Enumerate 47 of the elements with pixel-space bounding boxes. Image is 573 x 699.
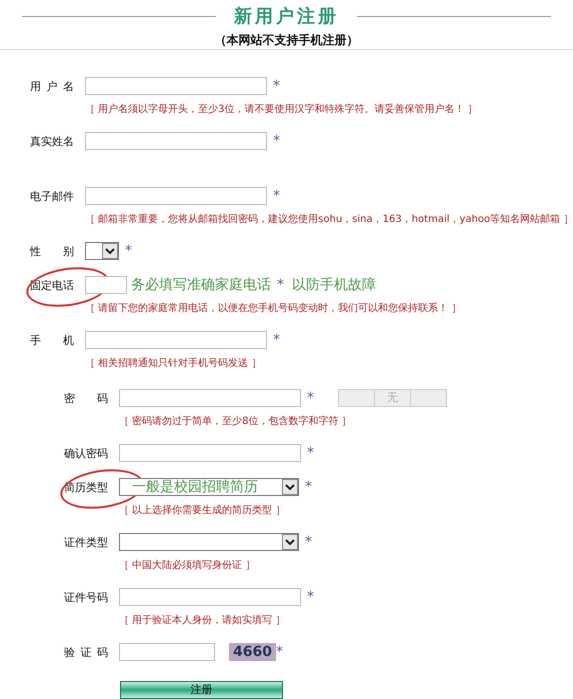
required-mark: * xyxy=(273,78,280,94)
password-field[interactable] xyxy=(119,389,301,407)
required-mark: * xyxy=(307,589,314,605)
input-field[interactable] xyxy=(85,331,267,349)
field-label: 确认密码 xyxy=(64,446,108,460)
field-label: 验证码 xyxy=(64,644,108,660)
required-mark: * xyxy=(307,445,314,461)
annotation-note: 务必填写准确家庭电话 xyxy=(131,276,271,294)
required-mark: * xyxy=(273,332,280,348)
field-label: 电子邮件 xyxy=(30,188,74,204)
hint-text: ［ 密码请勿过于简单，至少8位，包含数字和字符 ］ xyxy=(119,414,353,428)
strength-meter: 无 xyxy=(338,389,447,407)
hint-text: ［ 用于验证本人身份，请如实填写 ］ xyxy=(119,614,286,627)
required-mark: * xyxy=(307,390,314,406)
required-mark: * xyxy=(125,243,132,259)
required-mark: * xyxy=(273,188,280,204)
annotation-note: 以防手机故障 xyxy=(292,276,376,294)
dropdown[interactable] xyxy=(85,242,119,260)
field-label: 证件类型 xyxy=(64,534,108,550)
input-field[interactable] xyxy=(85,187,267,205)
required-mark: * xyxy=(277,277,284,293)
field-label: 密码 xyxy=(64,390,108,406)
hint-text: ［ 用户名须以字母开头，至少3位，请不要使用汉字和特殊字符。请妥善保管用户名！ ］ xyxy=(85,102,479,116)
required-mark: * xyxy=(276,644,283,660)
captcha-field[interactable] xyxy=(119,643,215,661)
input-field[interactable] xyxy=(119,588,301,606)
hint-text: ［ 邮箱非常重要，您将从邮箱找回密码，建议您使用sohu，sina，163，hotmail，yahoo等知名网站邮箱 ］ xyxy=(85,212,573,226)
field-label: 手机 xyxy=(30,332,74,348)
field-label: 用户名 xyxy=(30,78,74,94)
register-button[interactable]: 注册 xyxy=(120,680,283,698)
hint-text: ［ 相关招聘通知只针对手机号码发送 ］ xyxy=(85,356,262,370)
hint-text: ［ 中国大陆必须填写身份证 ］ xyxy=(119,558,256,572)
captcha-image: 4660 xyxy=(229,643,276,661)
input-field[interactable] xyxy=(85,77,267,95)
input-field[interactable] xyxy=(119,444,301,462)
required-mark: * xyxy=(305,479,312,495)
field-label: 真实姓名 xyxy=(30,134,74,148)
input-field[interactable] xyxy=(85,276,127,294)
required-mark: * xyxy=(305,534,312,550)
field-label: 性别 xyxy=(30,244,74,258)
input-field[interactable] xyxy=(85,132,267,150)
page-subtitle: （本网站不支持手机注册） xyxy=(214,32,360,49)
field-label: 证件号码 xyxy=(64,590,108,604)
required-mark: * xyxy=(273,133,280,149)
page-title: 新用户注册 xyxy=(234,5,339,28)
hint-text: ［ 以上选择你需要生成的简历类型 ］ xyxy=(119,504,286,517)
hint-text: ［ 请留下您的家庭常用电话，以便在您手机号码变动时，我们可以和您保持联系！ ］ xyxy=(85,302,462,315)
